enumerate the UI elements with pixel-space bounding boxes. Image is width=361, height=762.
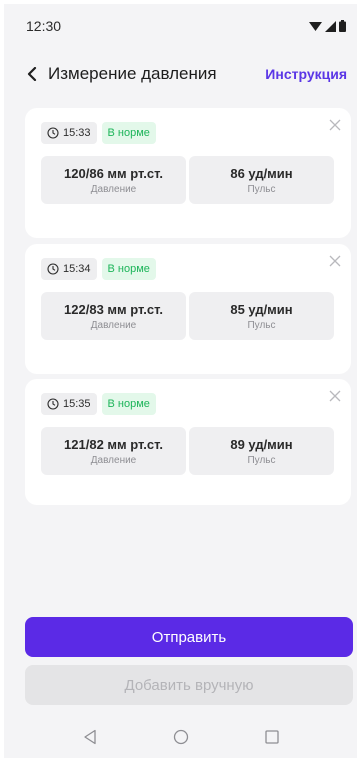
time-chip: 15:35 <box>41 393 97 415</box>
pulse-value: 89 уд/мин <box>230 436 293 452</box>
clock-icon <box>47 398 59 410</box>
time-chip: 15:34 <box>41 258 97 280</box>
close-icon[interactable] <box>329 389 341 402</box>
pressure-value: 121/82 мм рт.ст. <box>64 436 163 452</box>
pressure-tile: 121/82 мм рт.ст. Давление <box>41 427 186 475</box>
page-title: Измерение давления <box>48 64 217 83</box>
pulse-value: 85 уд/мин <box>230 301 293 317</box>
close-icon[interactable] <box>329 118 341 131</box>
signal-icon <box>325 20 336 32</box>
pressure-tile: 120/86 мм рт.ст. Давление <box>41 156 186 204</box>
phone-screen: 12:30 Измерение давления Инструкция 15:3… <box>4 4 357 758</box>
status-badge: В норме <box>101 258 156 280</box>
battery-icon <box>339 20 346 32</box>
measurement-card: 15:33 В норме 120/86 мм рт.ст. Давление … <box>25 108 351 238</box>
measurement-card: 15:35 В норме 121/82 мм рт.ст. Давление … <box>25 379 351 505</box>
pulse-tile: 86 уд/мин Пульс <box>189 156 334 204</box>
pulse-label: Пульс <box>247 319 276 331</box>
metrics-row: 121/82 мм рт.ст. Давление 89 уд/мин Пуль… <box>41 427 334 475</box>
close-icon[interactable] <box>329 254 341 267</box>
clock-icon <box>47 263 59 275</box>
nav-home-icon[interactable] <box>169 725 193 749</box>
pulse-label: Пульс <box>247 183 276 195</box>
pulse-tile: 85 уд/мин Пульс <box>189 292 334 340</box>
pressure-tile: 122/83 мм рт.ст. Давление <box>41 292 186 340</box>
pressure-value: 120/86 мм рт.ст. <box>64 165 163 181</box>
status-icons <box>309 20 346 32</box>
status-bar: 12:30 <box>4 4 357 48</box>
measurement-time: 15:35 <box>63 398 91 410</box>
time-chip: 15:33 <box>41 122 97 144</box>
card-tags: 15:34 В норме <box>41 258 156 280</box>
back-button[interactable] <box>22 64 42 84</box>
nav-recents-icon[interactable] <box>260 725 284 749</box>
metrics-row: 120/86 мм рт.ст. Давление 86 уд/мин Пуль… <box>41 156 334 204</box>
card-tags: 15:35 В норме <box>41 393 156 415</box>
pressure-label: Давление <box>90 183 137 195</box>
system-nav-bar <box>4 716 357 758</box>
instructions-link[interactable]: Инструкция <box>265 66 347 82</box>
send-button[interactable]: Отправить <box>25 617 353 657</box>
metrics-row: 122/83 мм рт.ст. Давление 85 уд/мин Пуль… <box>41 292 334 340</box>
wifi-icon <box>309 21 322 31</box>
pulse-tile: 89 уд/мин Пульс <box>189 427 334 475</box>
status-badge: В норме <box>101 122 156 144</box>
pressure-label: Давление <box>90 454 137 466</box>
measurement-time: 15:33 <box>63 127 91 139</box>
status-time: 12:30 <box>26 18 62 34</box>
measurement-time: 15:34 <box>63 263 91 275</box>
card-tags: 15:33 В норме <box>41 122 156 144</box>
pressure-label: Давление <box>90 319 137 331</box>
clock-icon <box>47 127 59 139</box>
add-manual-button[interactable]: Добавить вручную <box>25 665 353 705</box>
nav-back-icon[interactable] <box>78 725 102 749</box>
pressure-value: 122/83 мм рт.ст. <box>64 301 163 317</box>
status-badge: В норме <box>101 393 156 415</box>
pulse-label: Пульс <box>247 454 276 466</box>
chevron-left-icon <box>27 67 37 81</box>
measurement-card: 15:34 В норме 122/83 мм рт.ст. Давление … <box>25 244 351 374</box>
app-header: Измерение давления Инструкция <box>4 54 357 94</box>
pulse-value: 86 уд/мин <box>230 165 293 181</box>
